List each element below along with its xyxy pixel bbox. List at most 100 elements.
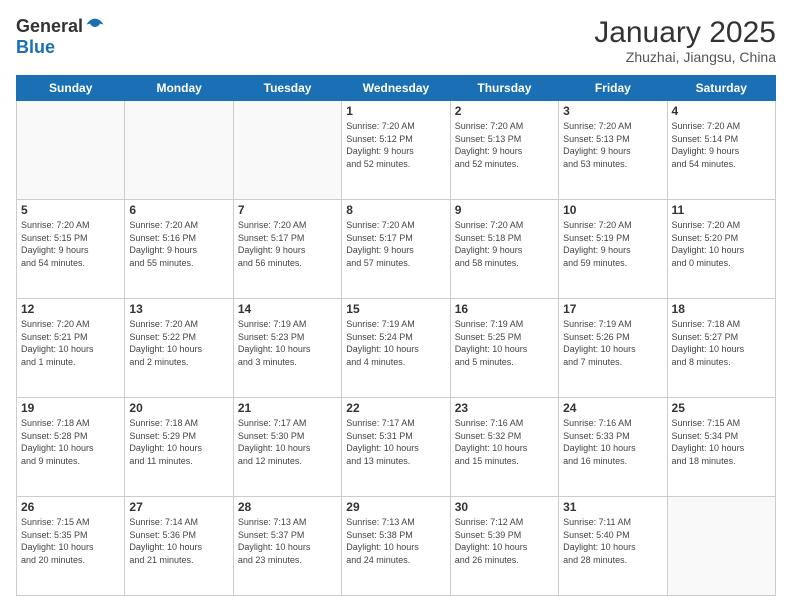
day-number: 21 <box>238 401 337 415</box>
day-info: Sunrise: 7:13 AM Sunset: 5:37 PM Dayligh… <box>238 516 337 566</box>
calendar-cell <box>233 101 341 200</box>
calendar-cell: 29Sunrise: 7:13 AM Sunset: 5:38 PM Dayli… <box>342 497 450 596</box>
day-number: 12 <box>21 302 120 316</box>
day-number: 31 <box>563 500 662 514</box>
day-number: 26 <box>21 500 120 514</box>
day-number: 3 <box>563 104 662 118</box>
calendar-cell: 25Sunrise: 7:15 AM Sunset: 5:34 PM Dayli… <box>667 398 775 497</box>
day-number: 8 <box>346 203 445 217</box>
day-info: Sunrise: 7:19 AM Sunset: 5:25 PM Dayligh… <box>455 318 554 368</box>
calendar-header-monday: Monday <box>125 76 233 101</box>
day-number: 14 <box>238 302 337 316</box>
day-info: Sunrise: 7:20 AM Sunset: 5:14 PM Dayligh… <box>672 120 771 170</box>
calendar-cell: 16 Sunrise: 7:19 AM Sunset: 5:25 PM Dayli… <box>450 299 558 398</box>
calendar-cell: 23 Sunrise: 7:16 AM Sunset: 5:32 PM Dayli… <box>450 398 558 497</box>
calendar-cell: 19 Sunrise: 7:18 AM Sunset: 5:28 PM Dayli… <box>17 398 125 497</box>
day-info: Sunrise: 7:18 AM Sunset: 5:28 PM Dayligh… <box>21 417 120 467</box>
day-number: 10 <box>563 203 662 217</box>
calendar-cell: 6Sunrise: 7:20 AM Sunset: 5:16 PM Daylig… <box>125 200 233 299</box>
logo-bird-icon <box>85 17 105 37</box>
header: General Blue January 2025 Zhuzhai, Jiang… <box>16 16 776 65</box>
day-info: Sunrise: 7:14 AM Sunset: 5:36 PM Dayligh… <box>129 516 228 566</box>
day-info: Sunrise: 7:19 AM Sunset: 5:26 PM Dayligh… <box>563 318 662 368</box>
calendar-header-wednesday: Wednesday <box>342 76 450 101</box>
logo-general: General <box>16 16 83 37</box>
location: Zhuzhai, Jiangsu, China <box>594 49 776 65</box>
calendar-week-2: 5 Sunrise: 7:20 AM Sunset: 5:15 PM Daylig… <box>17 200 776 299</box>
calendar-header-sunday: Sunday <box>17 76 125 101</box>
title-block: January 2025 Zhuzhai, Jiangsu, China <box>594 16 776 65</box>
calendar-cell: 9Sunrise: 7:20 AM Sunset: 5:18 PM Daylig… <box>450 200 558 299</box>
day-info: Sunrise: 7:20 AM Sunset: 5:17 PM Dayligh… <box>238 219 337 269</box>
day-info: Sunrise: 7:20 AM Sunset: 5:21 PM Dayligh… <box>21 318 120 368</box>
calendar-week-4: 19 Sunrise: 7:18 AM Sunset: 5:28 PM Dayli… <box>17 398 776 497</box>
calendar-cell: 31 Sunrise: 7:11 AM Sunset: 5:40 PM Dayli… <box>559 497 667 596</box>
calendar-cell: 10 Sunrise: 7:20 AM Sunset: 5:19 PM Dayli… <box>559 200 667 299</box>
logo-blue: Blue <box>16 37 55 57</box>
day-info: Sunrise: 7:20 AM Sunset: 5:12 PM Dayligh… <box>346 120 445 170</box>
day-info: Sunrise: 7:20 AM Sunset: 5:17 PM Dayligh… <box>346 219 445 269</box>
calendar-header-thursday: Thursday <box>450 76 558 101</box>
logo: General Blue <box>16 16 105 58</box>
calendar-header-row: SundayMondayTuesdayWednesdayThursdayFrid… <box>17 76 776 101</box>
calendar-cell: 2 Sunrise: 7:20 AM Sunset: 5:13 PM Daylig… <box>450 101 558 200</box>
day-number: 1 <box>346 104 445 118</box>
day-info: Sunrise: 7:11 AM Sunset: 5:40 PM Dayligh… <box>563 516 662 566</box>
calendar-cell: 14 Sunrise: 7:19 AM Sunset: 5:23 PM Dayli… <box>233 299 341 398</box>
day-info: Sunrise: 7:12 AM Sunset: 5:39 PM Dayligh… <box>455 516 554 566</box>
day-info: Sunrise: 7:16 AM Sunset: 5:32 PM Dayligh… <box>455 417 554 467</box>
day-number: 16 <box>455 302 554 316</box>
calendar-cell <box>17 101 125 200</box>
day-info: Sunrise: 7:20 AM Sunset: 5:22 PM Dayligh… <box>129 318 228 368</box>
calendar-week-3: 12 Sunrise: 7:20 AM Sunset: 5:21 PM Dayli… <box>17 299 776 398</box>
day-info: Sunrise: 7:20 AM Sunset: 5:20 PM Dayligh… <box>672 219 771 269</box>
calendar-header-tuesday: Tuesday <box>233 76 341 101</box>
day-info: Sunrise: 7:17 AM Sunset: 5:30 PM Dayligh… <box>238 417 337 467</box>
day-number: 5 <box>21 203 120 217</box>
calendar-cell: 8 Sunrise: 7:20 AM Sunset: 5:17 PM Daylig… <box>342 200 450 299</box>
day-info: Sunrise: 7:20 AM Sunset: 5:15 PM Dayligh… <box>21 219 120 269</box>
calendar-cell: 28 Sunrise: 7:13 AM Sunset: 5:37 PM Dayli… <box>233 497 341 596</box>
day-info: Sunrise: 7:19 AM Sunset: 5:24 PM Dayligh… <box>346 318 445 368</box>
calendar-cell: 30 Sunrise: 7:12 AM Sunset: 5:39 PM Dayli… <box>450 497 558 596</box>
day-info: Sunrise: 7:19 AM Sunset: 5:23 PM Dayligh… <box>238 318 337 368</box>
day-info: Sunrise: 7:13 AM Sunset: 5:38 PM Dayligh… <box>346 516 445 566</box>
calendar-cell: 15Sunrise: 7:19 AM Sunset: 5:24 PM Dayli… <box>342 299 450 398</box>
day-number: 30 <box>455 500 554 514</box>
day-info: Sunrise: 7:16 AM Sunset: 5:33 PM Dayligh… <box>563 417 662 467</box>
day-info: Sunrise: 7:17 AM Sunset: 5:31 PM Dayligh… <box>346 417 445 467</box>
day-number: 7 <box>238 203 337 217</box>
calendar-cell: 20Sunrise: 7:18 AM Sunset: 5:29 PM Dayli… <box>125 398 233 497</box>
page: General Blue January 2025 Zhuzhai, Jiang… <box>0 0 792 612</box>
day-number: 28 <box>238 500 337 514</box>
day-number: 24 <box>563 401 662 415</box>
day-number: 23 <box>455 401 554 415</box>
calendar-cell: 1 Sunrise: 7:20 AM Sunset: 5:12 PM Daylig… <box>342 101 450 200</box>
calendar-cell: 5 Sunrise: 7:20 AM Sunset: 5:15 PM Daylig… <box>17 200 125 299</box>
day-info: Sunrise: 7:20 AM Sunset: 5:19 PM Dayligh… <box>563 219 662 269</box>
calendar-cell: 3Sunrise: 7:20 AM Sunset: 5:13 PM Daylig… <box>559 101 667 200</box>
day-info: Sunrise: 7:20 AM Sunset: 5:16 PM Dayligh… <box>129 219 228 269</box>
calendar-table: SundayMondayTuesdayWednesdayThursdayFrid… <box>16 75 776 596</box>
calendar-cell <box>125 101 233 200</box>
day-number: 4 <box>672 104 771 118</box>
day-number: 22 <box>346 401 445 415</box>
calendar-cell: 11 Sunrise: 7:20 AM Sunset: 5:20 PM Dayli… <box>667 200 775 299</box>
day-number: 27 <box>129 500 228 514</box>
calendar-cell: 13 Sunrise: 7:20 AM Sunset: 5:22 PM Dayli… <box>125 299 233 398</box>
calendar-cell: 24 Sunrise: 7:16 AM Sunset: 5:33 PM Dayli… <box>559 398 667 497</box>
day-number: 2 <box>455 104 554 118</box>
day-info: Sunrise: 7:15 AM Sunset: 5:34 PM Dayligh… <box>672 417 771 467</box>
day-info: Sunrise: 7:20 AM Sunset: 5:13 PM Dayligh… <box>455 120 554 170</box>
day-info: Sunrise: 7:15 AM Sunset: 5:35 PM Dayligh… <box>21 516 120 566</box>
calendar-week-1: 1 Sunrise: 7:20 AM Sunset: 5:12 PM Daylig… <box>17 101 776 200</box>
day-info: Sunrise: 7:18 AM Sunset: 5:29 PM Dayligh… <box>129 417 228 467</box>
day-number: 13 <box>129 302 228 316</box>
calendar-cell: 7 Sunrise: 7:20 AM Sunset: 5:17 PM Daylig… <box>233 200 341 299</box>
day-number: 19 <box>21 401 120 415</box>
calendar-header-friday: Friday <box>559 76 667 101</box>
month-title: January 2025 <box>594 16 776 49</box>
day-number: 11 <box>672 203 771 217</box>
calendar-cell: 12 Sunrise: 7:20 AM Sunset: 5:21 PM Dayli… <box>17 299 125 398</box>
day-number: 9 <box>455 203 554 217</box>
